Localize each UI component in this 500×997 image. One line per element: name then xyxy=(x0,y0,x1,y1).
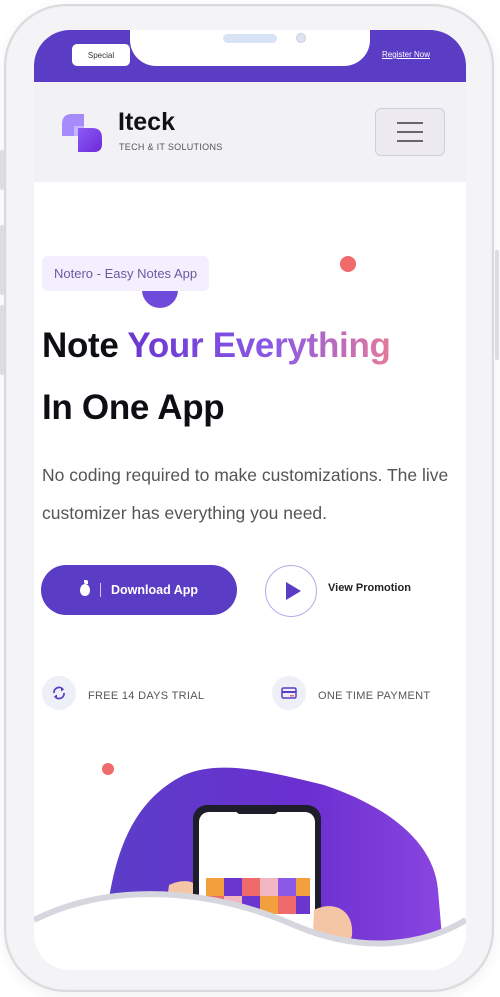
phone-screen: Special Register Now Iteck TECH & IT SOL… xyxy=(34,30,466,970)
download-app-button[interactable]: Download App xyxy=(41,565,237,615)
hamburger-menu-button[interactable] xyxy=(375,108,445,156)
button-divider xyxy=(99,583,101,597)
speaker-grill xyxy=(223,34,277,43)
camera-lens xyxy=(296,33,306,43)
credit-card-icon xyxy=(281,687,297,699)
hero-phone-illustration xyxy=(34,767,466,970)
register-link[interactable]: Register Now xyxy=(382,50,430,59)
download-app-label: Download App xyxy=(110,583,199,597)
decor-dot xyxy=(340,256,356,272)
phone-side-button xyxy=(0,225,4,295)
hamburger-menu-icon xyxy=(397,131,423,133)
hero-title-line1: Note Your Everything xyxy=(42,326,391,366)
feature-payment-label: ONE TIME PAYMENT xyxy=(318,690,431,702)
brand-tagline: TECH & IT SOLUTIONS xyxy=(119,142,223,152)
hero-title-plain: Note xyxy=(42,326,128,365)
play-promotion-button[interactable] xyxy=(265,565,317,617)
view-promotion-link[interactable]: View Promotion xyxy=(328,582,411,594)
phone-side-button xyxy=(0,150,4,190)
hamburger-menu-icon xyxy=(397,122,423,124)
phone-side-button xyxy=(0,305,4,375)
hero-description: No coding required to make customization… xyxy=(42,465,449,523)
brand-name[interactable]: Iteck xyxy=(118,108,175,137)
feature-payment-icon-wrap xyxy=(272,676,306,710)
phone-side-button xyxy=(495,250,499,360)
site-header: Iteck TECH & IT SOLUTIONS xyxy=(34,82,466,182)
apple-icon xyxy=(79,580,90,596)
hero-title-highlight: Your Everything xyxy=(127,326,391,365)
app-name-chip: Notero - Easy Notes App xyxy=(42,256,210,291)
iteck-logo-icon[interactable] xyxy=(60,110,104,154)
special-badge: Special xyxy=(72,44,130,66)
feature-trial-icon-wrap xyxy=(42,676,76,710)
hamburger-menu-icon xyxy=(397,140,423,142)
refresh-icon xyxy=(53,686,65,700)
feature-trial-label: FREE 14 DAYS TRIAL xyxy=(88,690,205,702)
hero-title-line2: In One App xyxy=(42,388,225,427)
play-icon xyxy=(285,582,301,600)
